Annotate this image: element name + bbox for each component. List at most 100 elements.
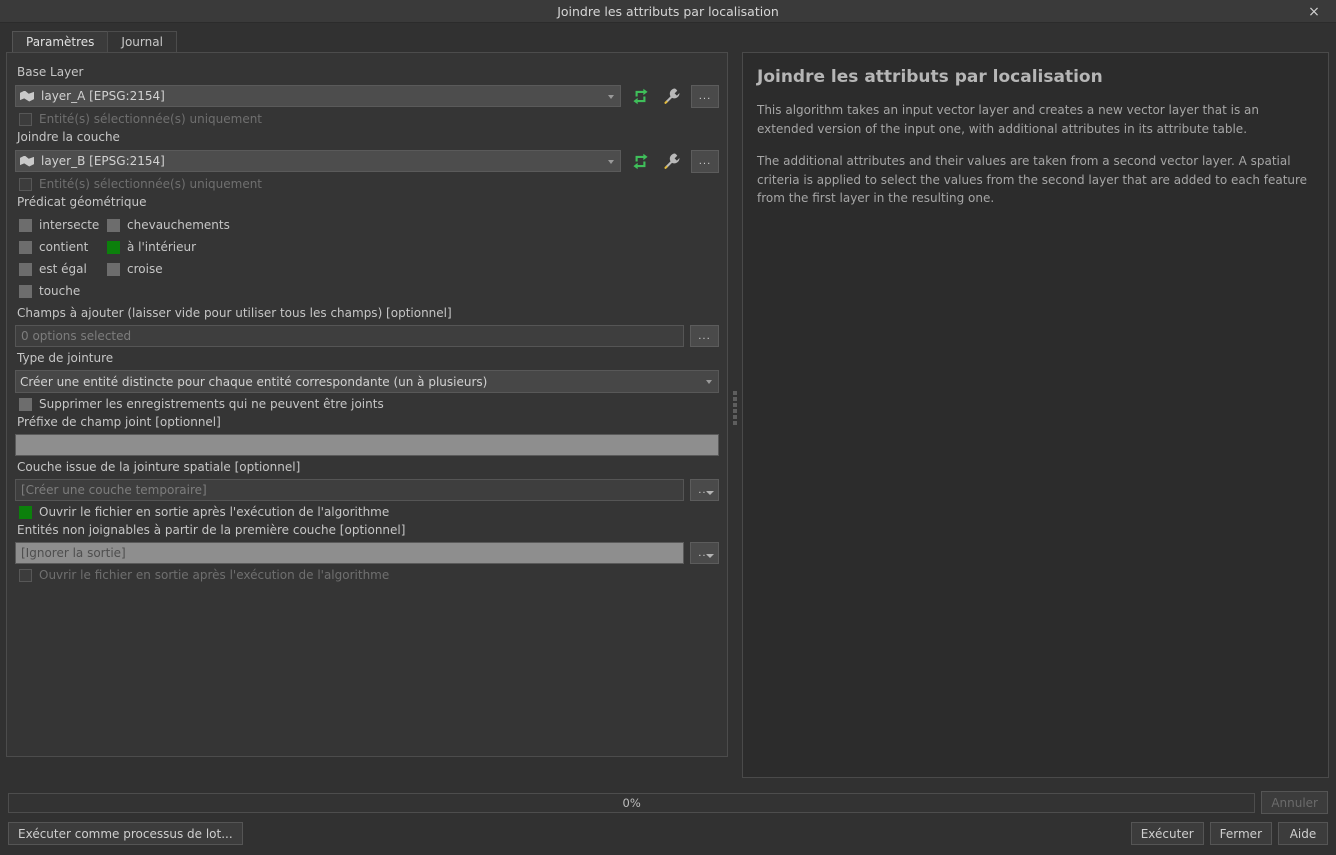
predicate-grid: intersecte chevauchements contient à l'i… — [19, 214, 719, 302]
open-output2-checkbox-row[interactable]: Ouvrir le fichier en sortie après l'exéc… — [19, 568, 719, 582]
non-matching-row: [Ignorer la sortie] ... — [15, 542, 719, 564]
join-type-combo[interactable]: Créer une entité distincte pour chaque e… — [15, 370, 719, 393]
join-selected-only-label: Entité(s) sélectionnée(s) uniquement — [39, 177, 263, 191]
close-button[interactable]: Fermer — [1209, 822, 1272, 845]
help-title: Joindre les attributs par localisation — [757, 67, 1103, 87]
output-layer-browse-button[interactable]: ... — [690, 479, 719, 501]
cancel-button[interactable]: Annuler — [1261, 791, 1328, 814]
join-selected-only-checkbox-row[interactable]: Entité(s) sélectionnée(s) uniquement — [19, 177, 719, 191]
base-layer-row: layer_A [EPSG:2154] ... — [15, 84, 719, 108]
output-layer-input[interactable]: [Créer une couche temporaire] — [15, 479, 684, 501]
wrench-icon[interactable] — [659, 149, 685, 173]
actions-right-group: Exécuter Fermer Aide — [1130, 822, 1328, 845]
predicate-croise-label: croise — [127, 262, 163, 276]
output-layer-label: Couche issue de la jointure spatiale [op… — [17, 460, 301, 474]
chevron-down-icon — [706, 554, 714, 558]
actions-row: Exécuter comme processus de lot... Exécu… — [8, 822, 1328, 845]
join-layer-row: layer_B [EPSG:2154] ... — [15, 149, 719, 173]
base-layer-combo[interactable]: layer_A [EPSG:2154] — [15, 85, 621, 107]
tab-bar: Paramètres Journal — [6, 31, 728, 52]
predicate-chevauchements-row[interactable]: chevauchements — [107, 218, 719, 232]
open-output-checkbox-row[interactable]: Ouvrir le fichier en sortie après l'exéc… — [19, 505, 719, 519]
parameters-pane: Paramètres Journal Base Layer layer_A [E… — [6, 31, 728, 785]
join-layer-browse-button[interactable]: ... — [691, 149, 719, 173]
predicate-chevauchements-checkbox[interactable] — [107, 218, 120, 232]
chevron-down-icon — [706, 380, 712, 384]
run-as-batch-button[interactable]: Exécuter comme processus de lot... — [8, 822, 243, 845]
predicate-est-egal-checkbox[interactable] — [19, 262, 32, 276]
pane-splitter-handle[interactable] — [728, 31, 742, 785]
base-layer-value: layer_A [EPSG:2154] — [41, 89, 165, 103]
join-layer-value: layer_B [EPSG:2154] — [41, 154, 165, 168]
open-output2-label: Ouvrir le fichier en sortie après l'exéc… — [39, 568, 390, 582]
base-selected-only-checkbox[interactable] — [19, 112, 32, 126]
dialog-body: Paramètres Journal Base Layer layer_A [E… — [0, 23, 1336, 785]
predicate-touche-label: touche — [39, 284, 81, 298]
polygon-layer-icon — [20, 155, 34, 167]
predicate-contient-checkbox[interactable] — [19, 240, 32, 254]
predicate-croise-row[interactable]: croise — [107, 262, 719, 276]
open-output2-checkbox[interactable] — [19, 568, 32, 582]
non-matching-label: Entités non joignables à partir de la pr… — [17, 523, 406, 537]
fields-to-add-input[interactable]: 0 options selected — [15, 325, 684, 347]
base-selected-only-checkbox-row[interactable]: Entité(s) sélectionnée(s) uniquement — [19, 112, 719, 126]
predicate-a-linterieur-row[interactable]: à l'intérieur — [107, 240, 719, 254]
dialog-footer: 0% Annuler Exécuter comme processus de l… — [0, 785, 1336, 845]
join-type-row: Créer une entité distincte pour chaque e… — [15, 370, 719, 393]
non-matching-input[interactable]: [Ignorer la sortie] — [15, 542, 684, 564]
base-layer-browse-button[interactable]: ... — [691, 84, 719, 108]
fields-to-add-row: 0 options selected ... — [15, 325, 719, 347]
predicate-chevauchements-label: chevauchements — [127, 218, 230, 232]
window-title: Joindre les attributs par localisation — [557, 3, 779, 19]
progress-row: 0% Annuler — [8, 791, 1328, 814]
discard-records-checkbox-row[interactable]: Supprimer les enregistrements qui ne peu… — [19, 397, 719, 411]
prefix-label: Préfixe de champ joint [optionnel] — [17, 415, 221, 429]
chevron-down-icon — [608, 95, 614, 99]
iterate-icon[interactable] — [627, 149, 653, 173]
predicate-touche-row[interactable]: touche — [19, 284, 107, 298]
help-paragraph-1: This algorithm takes an input vector lay… — [757, 103, 1260, 136]
discard-records-checkbox[interactable] — [19, 397, 32, 411]
run-button[interactable]: Exécuter — [1130, 822, 1204, 845]
algorithm-help-panel: Joindre les attributs par localisation T… — [742, 52, 1329, 778]
join-layer-label: Joindre la couche — [17, 130, 120, 144]
predicate-a-linterieur-checkbox[interactable] — [107, 240, 120, 254]
chevron-down-icon — [608, 160, 614, 164]
close-icon[interactable]: × — [1300, 0, 1328, 23]
predicate-intersecte-row[interactable]: intersecte — [19, 218, 107, 232]
predicate-label: Prédicat géométrique — [17, 195, 147, 209]
discard-records-label: Supprimer les enregistrements qui ne peu… — [39, 397, 384, 411]
predicate-contient-row[interactable]: contient — [19, 240, 107, 254]
tab-parametres[interactable]: Paramètres — [12, 31, 109, 52]
help-button[interactable]: Aide — [1278, 822, 1328, 845]
predicate-intersecte-checkbox[interactable] — [19, 218, 32, 232]
iterate-icon[interactable] — [627, 84, 653, 108]
chevron-down-icon — [706, 491, 714, 495]
join-type-value: Créer une entité distincte pour chaque e… — [20, 374, 488, 389]
predicate-est-egal-row[interactable]: est égal — [19, 262, 107, 276]
predicate-contient-label: contient — [39, 240, 89, 254]
tab-journal[interactable]: Journal — [107, 31, 177, 52]
fields-to-add-browse-button[interactable]: ... — [690, 325, 719, 347]
predicate-est-egal-label: est égal — [39, 262, 87, 276]
predicate-croise-checkbox[interactable] — [107, 262, 120, 276]
join-type-label: Type de jointure — [17, 351, 114, 365]
non-matching-browse-button[interactable]: ... — [690, 542, 719, 564]
open-output-label: Ouvrir le fichier en sortie après l'exéc… — [39, 505, 390, 519]
wrench-icon[interactable] — [659, 84, 685, 108]
base-layer-label: Base Layer — [17, 65, 84, 79]
prefix-input[interactable] — [15, 434, 719, 456]
polygon-layer-icon — [20, 90, 34, 102]
progress-text: 0% — [622, 795, 641, 810]
help-paragraph-2: The additional attributes and their valu… — [757, 154, 1308, 206]
join-selected-only-checkbox[interactable] — [19, 177, 32, 191]
parameters-panel: Base Layer layer_A [EPSG:2154] ... Entit… — [6, 52, 728, 757]
open-output-checkbox[interactable] — [19, 505, 32, 519]
predicate-touche-checkbox[interactable] — [19, 284, 32, 298]
base-selected-only-label: Entité(s) sélectionnée(s) uniquement — [39, 112, 263, 126]
predicate-a-linterieur-label: à l'intérieur — [127, 240, 197, 254]
progress-bar: 0% — [8, 792, 1256, 813]
join-layer-combo[interactable]: layer_B [EPSG:2154] — [15, 150, 621, 172]
prefix-row — [15, 434, 719, 456]
splitter-grip-icon — [733, 391, 737, 425]
